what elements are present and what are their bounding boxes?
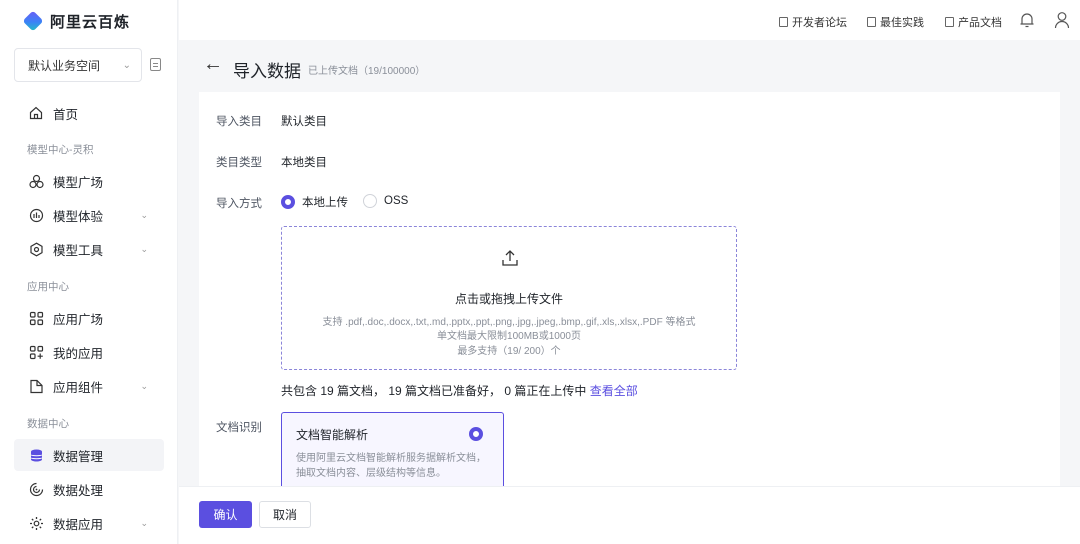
nav-group-app-center: 应用中心 [27,281,69,293]
category-label: 导入类目 [216,116,262,128]
upload-title: 点击或拖拽上传文件 [454,292,563,306]
category-type-label: 类目类型 [216,157,262,169]
chevron-down-icon: ⌄ [140,380,148,391]
topbar-link-label: 最佳实践 [880,17,924,29]
workspace-name: 默认业务空间 [28,58,101,73]
topbar-link-label: 产品文档 [958,17,1002,29]
sidebar-item-model-square[interactable]: 模型广场 [14,165,164,197]
top-bar: 开发者论坛 最佳实践 产品文档 [179,0,1080,40]
home-icon [28,105,44,121]
best-practice-icon [867,17,876,27]
chevron-down-icon: ⌄ [122,59,131,71]
page-header: ← 导入数据 已上传文档（19/100000） [179,40,1080,92]
sidebar-item-app-square[interactable]: 应用广场 [14,302,164,334]
bailian-logo-icon [22,10,44,32]
sidebar-item-my-apps[interactable]: 我的应用 [14,336,164,368]
sidebar-item-data-processing[interactable]: 数据处理 [14,473,164,505]
sidebar-item-model-tools[interactable]: 模型工具 ⌄ [14,233,164,265]
product-docs-link[interactable]: 产品文档 [945,14,1002,30]
import-form: 导入类目 默认类目 类目类型 本地类目 导入方式 本地上传 OSS 点击或拖拽上… [199,92,1060,486]
bell-icon[interactable] [1019,11,1035,29]
sidebar-item-label: 模型广场 [53,175,104,190]
page-title: 导入数据 [233,62,301,81]
data-apps-icon [28,515,44,531]
cancel-button[interactable]: 取消 [259,501,311,528]
sidebar-item-label: 数据管理 [53,449,104,464]
nav-group-data-center: 数据中心 [27,418,69,430]
footer-actions: 确认 取消 [179,486,1080,544]
doc-recognition-label: 文档识别 [216,422,262,434]
card-description: 使用阿里云文档智能解析服务据解析文档，抽取文档内容、层级结构等信息。 [296,453,486,479]
workspace-select[interactable]: 默认业务空间 ⌄ [14,48,142,82]
sidebar-item-data-management[interactable]: 数据管理 [14,439,164,471]
chevron-down-icon: ⌄ [140,243,148,254]
category-type-value: 本地类目 [281,157,327,169]
sidebar-item-label: 模型体验 [53,209,104,224]
radio-oss[interactable]: OSS [363,194,408,208]
upload-size-limit: 单文档最大限制100MB或1000页 [437,331,581,342]
topbar-link-label: 开发者论坛 [792,17,847,29]
document-icon [945,17,954,27]
doc-smart-parse-card[interactable]: 文档智能解析 使用阿里云文档智能解析服务据解析文档，抽取文档内容、层级结构等信息… [281,412,504,486]
import-method-label: 导入方式 [216,198,262,210]
sidebar-item-data-apps[interactable]: 数据应用 ⌄ [14,507,164,539]
my-apps-icon [28,344,44,360]
radio-label: 本地上传 [302,197,348,209]
model-square-icon [28,173,44,189]
sidebar-item-label: 应用组件 [53,380,104,395]
sidebar-item-label: 首页 [53,107,79,122]
summary-text: 共包含 19 篇文档， 19 篇文档已准备好， 0 篇正在上传中 [281,384,587,398]
app-components-icon [28,378,44,394]
upload-formats: 支持 .pdf,.doc,.docx,.txt,.md,.pptx,.ppt,.… [322,317,696,328]
sidebar-item-model-experience[interactable]: 模型体验 ⌄ [14,199,164,231]
developer-forum-link[interactable]: 开发者论坛 [779,14,847,30]
database-icon [28,447,44,463]
sidebar-item-label: 数据处理 [53,483,104,498]
sidebar-item-home[interactable]: 首页 [14,97,164,129]
card-title: 文档智能解析 [296,428,369,442]
sidebar-item-label: 模型工具 [53,243,104,258]
user-icon[interactable] [1054,11,1070,29]
app-logo[interactable]: 阿里云百炼 [22,9,131,33]
data-processing-icon [28,481,44,497]
chevron-down-icon: ⌄ [140,517,148,528]
forum-icon [779,17,788,27]
sidebar-item-label: 数据应用 [53,517,104,532]
sidebar-item-app-components[interactable]: 应用组件 ⌄ [14,370,164,402]
best-practice-link[interactable]: 最佳实践 [867,14,924,30]
app-grid-icon [28,310,44,326]
category-value: 默认类目 [281,116,327,128]
radio-selected-icon [281,195,295,209]
upload-count: 已上传文档（19/100000） [308,66,426,77]
upload-icon [500,249,520,267]
sidebar-item-label: 应用广场 [53,312,104,327]
model-tools-icon [28,241,44,257]
app-name: 阿里云百炼 [50,13,131,31]
document-icon[interactable] [150,58,161,71]
upload-summary: 共包含 19 篇文档， 19 篇文档已准备好， 0 篇正在上传中 查看全部 [281,382,638,399]
chevron-down-icon: ⌄ [140,209,148,220]
upload-max-count: 最多支持（19/ 200）个 [457,346,561,357]
sidebar-item-label: 我的应用 [53,346,104,361]
radio-selected-icon [469,427,483,441]
radio-unselected-icon [363,194,377,208]
nav-group-model-center: 模型中心-灵积 [27,144,94,156]
file-upload-dropzone[interactable]: 点击或拖拽上传文件 支持 .pdf,.doc,.docx,.txt,.md,.p… [281,226,737,370]
model-experience-icon [28,207,44,223]
radio-label: OSS [384,195,409,207]
sidebar: 阿里云百炼 默认业务空间 ⌄ 首页 模型中心-灵积 模型广场 模型体验 ⌄ 模型… [0,0,178,544]
radio-local-upload[interactable]: 本地上传 [281,194,348,210]
back-arrow-icon[interactable]: ← [203,54,223,74]
confirm-button[interactable]: 确认 [199,501,252,528]
view-all-link[interactable]: 查看全部 [590,384,638,398]
